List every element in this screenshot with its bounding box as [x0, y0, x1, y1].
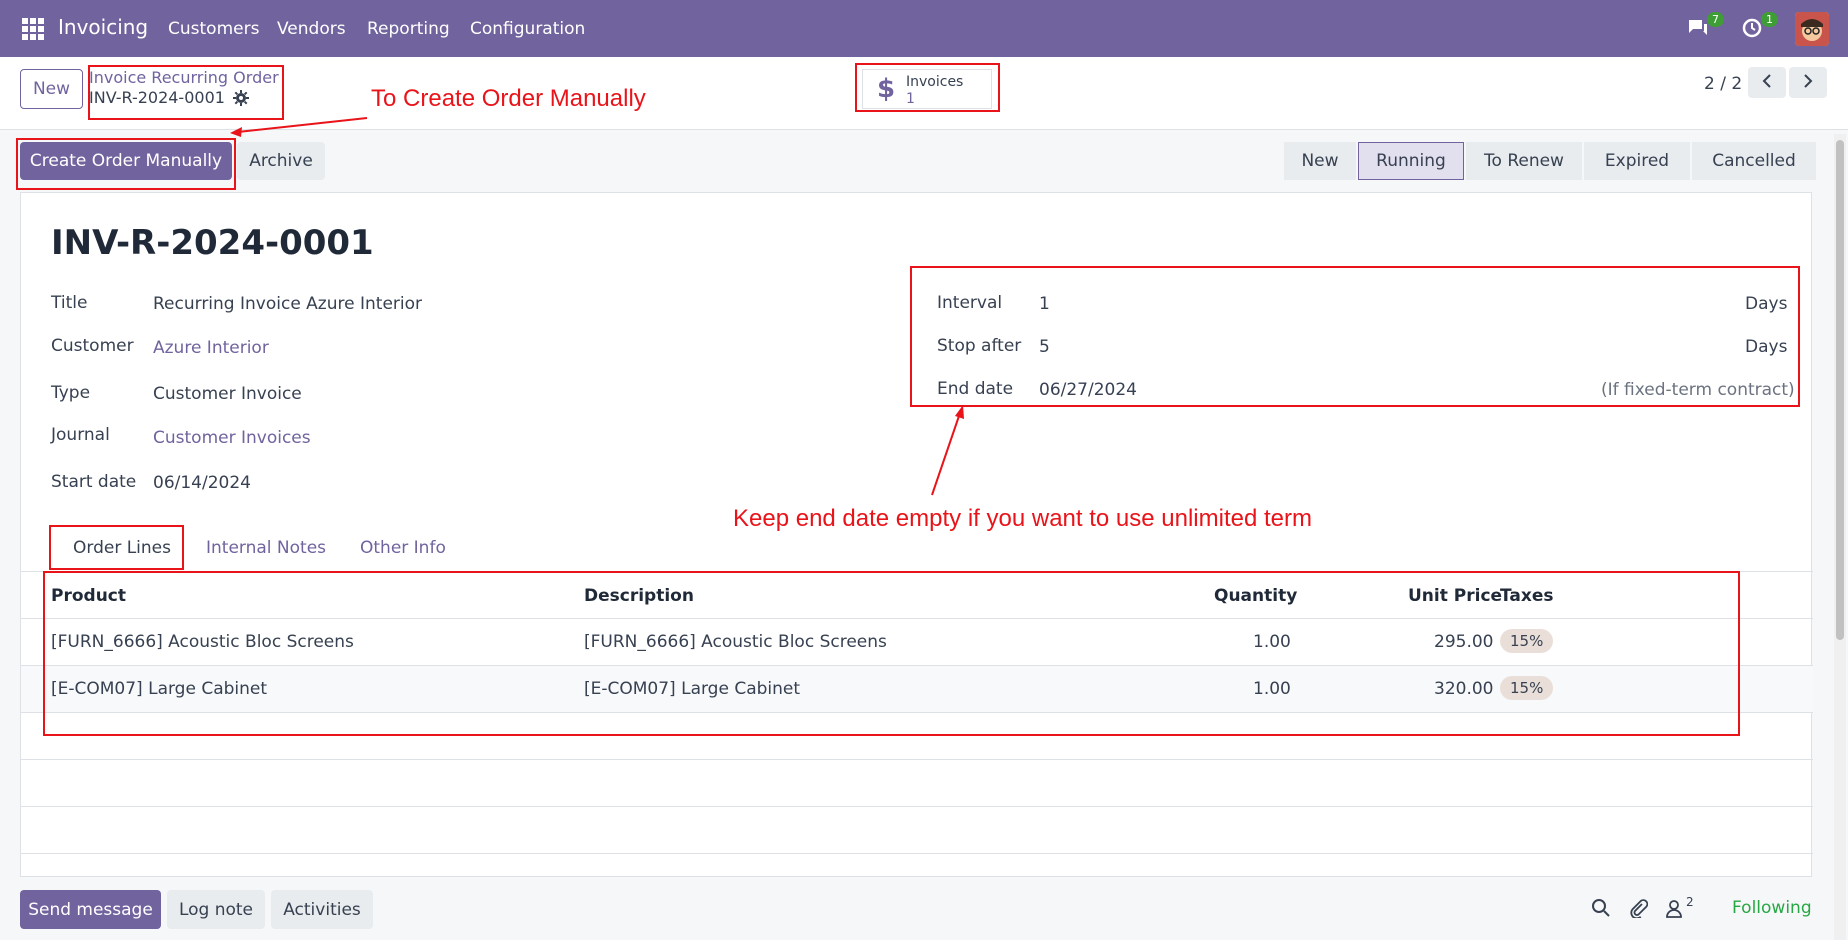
page-scrollbar[interactable] — [1834, 134, 1846, 940]
send-message-button[interactable]: Send message — [20, 890, 161, 929]
followers-icon[interactable] — [1664, 898, 1686, 920]
annotation-arrows — [230, 117, 964, 496]
followers-count: 2 — [1686, 895, 1694, 909]
search-icon[interactable] — [1591, 898, 1613, 920]
paperclip-icon[interactable] — [1628, 898, 1650, 920]
following-button[interactable]: Following — [1732, 898, 1812, 918]
log-note-button[interactable]: Log note — [167, 890, 265, 929]
activities-button[interactable]: Activities — [271, 890, 373, 929]
scrollbar-thumb[interactable] — [1836, 140, 1844, 640]
